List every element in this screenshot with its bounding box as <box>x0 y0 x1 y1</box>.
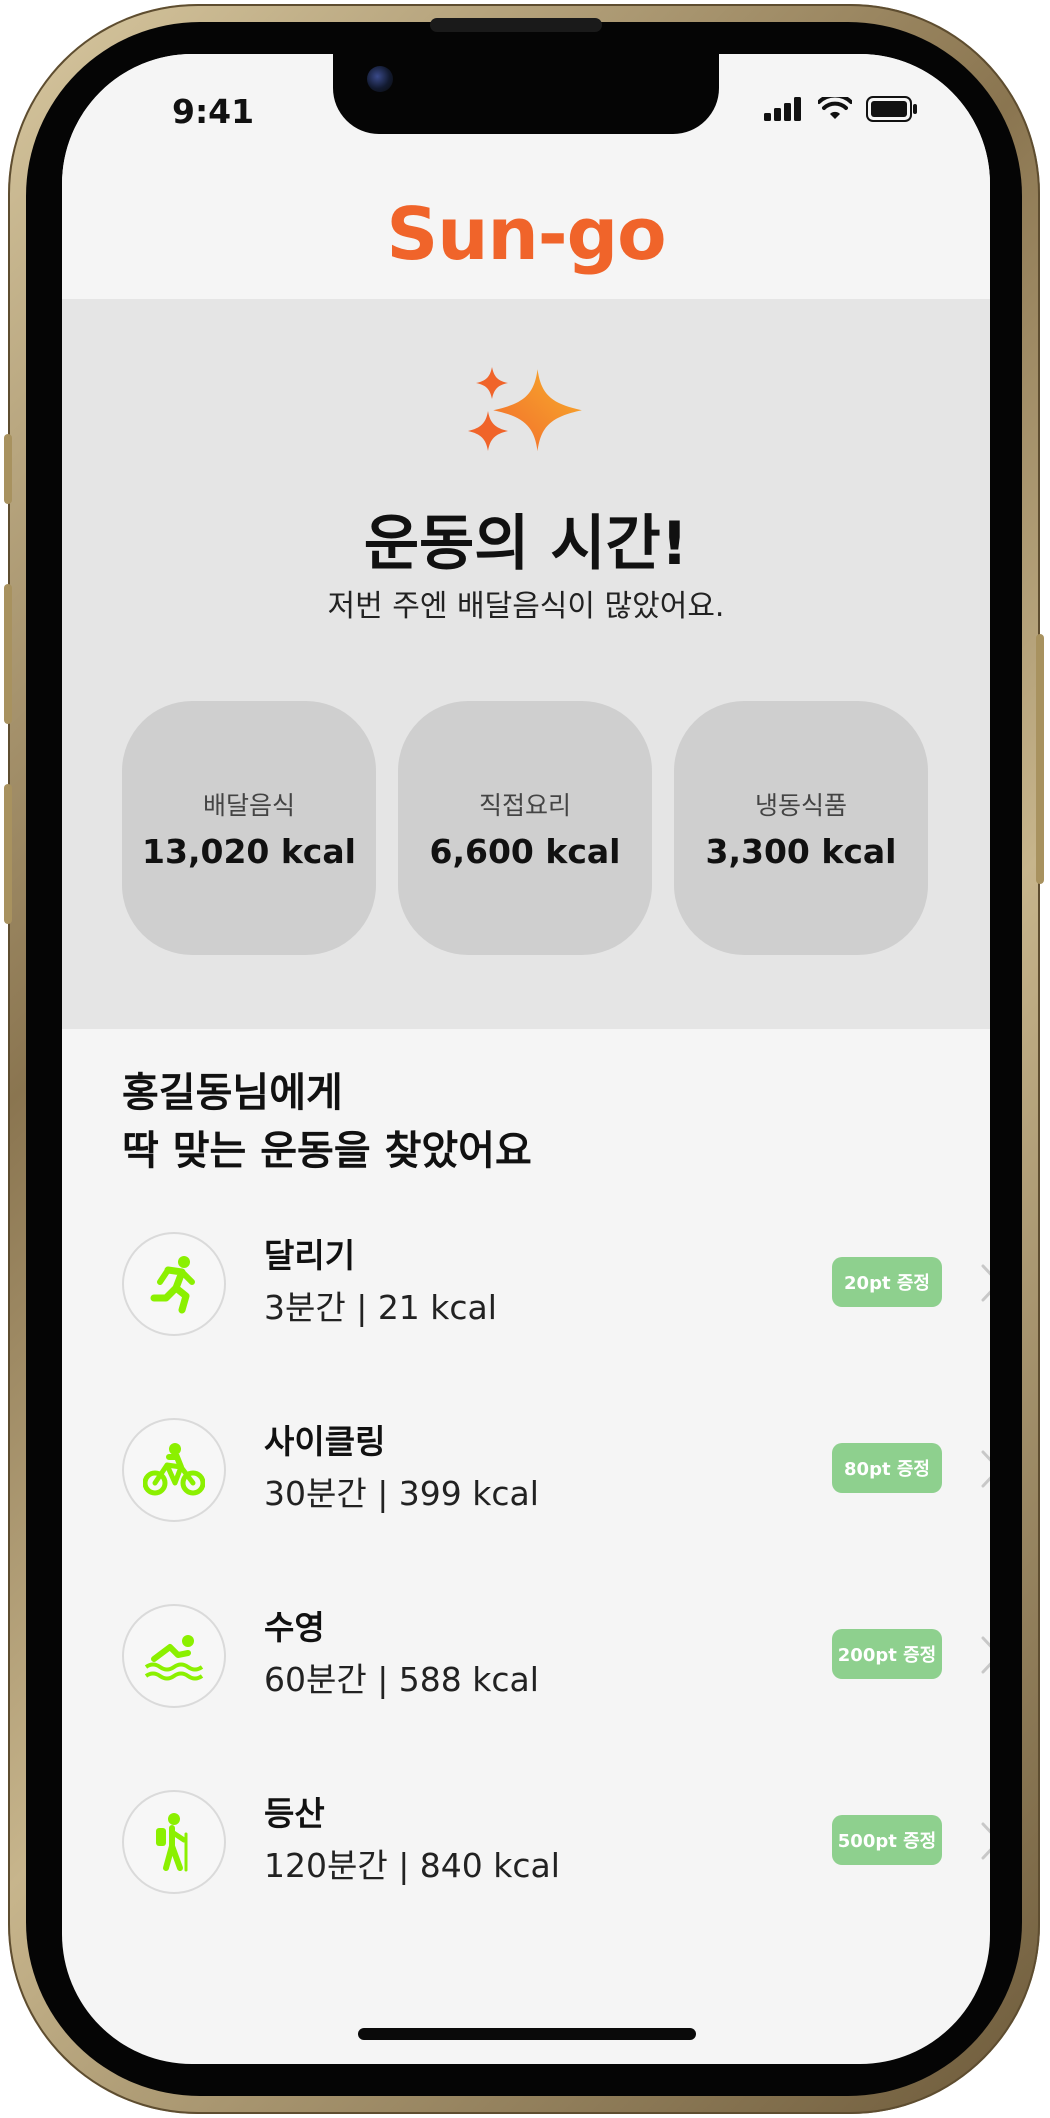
exercise-info: 60분간 | 588 kcal <box>264 1660 539 1699</box>
stat-value: 6,600 kcal <box>429 831 621 871</box>
exercise-name: 달리기 <box>264 1236 356 1275</box>
status-icons <box>764 96 918 122</box>
app-logo: Sun-go <box>386 192 666 276</box>
stat-value: 13,020 kcal <box>142 831 356 871</box>
stat-label: 냉동식품 <box>754 790 847 820</box>
point-badge: 500pt 증정 <box>832 1815 942 1865</box>
battery-icon <box>866 96 917 122</box>
running-icon <box>150 1256 195 1314</box>
speaker-grille <box>430 18 602 32</box>
exercise-info: 30분간 | 399 kcal <box>264 1474 539 1513</box>
point-badge: 200pt 증정 <box>832 1629 942 1679</box>
exercise-icon-circle <box>122 1418 226 1522</box>
chevron-right-icon[interactable] <box>980 1449 990 1489</box>
hero-subtitle: 저번 주엔 배달음식이 많았어요. <box>327 589 725 624</box>
exercise-info: 3분간 | 21 kcal <box>264 1288 497 1327</box>
phone-screen: 9:41 Sun-go 운동의 시간! 저번 주엔 배달음식이 많았어요. 배달… <box>62 54 990 2064</box>
status-time: 9:41 <box>172 92 255 131</box>
exercise-name: 수영 <box>264 1608 325 1647</box>
wifi-icon <box>818 97 852 119</box>
camera-icon <box>367 66 393 92</box>
swimming-icon <box>144 1635 204 1681</box>
recommendation-title-line2: 딱 맞는 운동을 찾았어요 <box>122 1128 532 1174</box>
calorie-cards: 배달음식 13,020 kcal 직접요리 6,600 kcal 냉동식품 3,… <box>122 701 928 955</box>
stat-card-frozen-food[interactable]: 냉동식품 3,300 kcal <box>674 701 928 955</box>
recommendation-title: 홍길동님에게 딱 맞는 운동을 찾았어요 <box>122 1064 532 1180</box>
cycling-icon <box>143 1443 205 1496</box>
hero-title: 운동의 시간! <box>363 509 689 579</box>
point-badge: 20pt 증정 <box>832 1257 942 1307</box>
chevron-right-icon[interactable] <box>980 1263 990 1303</box>
chevron-right-icon[interactable] <box>980 1635 990 1675</box>
side-button <box>4 434 12 504</box>
side-button <box>4 784 12 924</box>
stat-value: 3,300 kcal <box>705 831 897 871</box>
exercise-item-running[interactable]: 달리기 3분간 | 21 kcal 20pt 증정 <box>122 1229 990 1339</box>
stat-card-delivery[interactable]: 배달음식 13,020 kcal <box>122 701 376 955</box>
signal-icon <box>764 97 801 121</box>
hiking-icon <box>156 1813 188 1872</box>
exercise-icon-circle <box>122 1790 226 1894</box>
exercise-item-swimming[interactable]: 수영 60분간 | 588 kcal 200pt 증정 <box>122 1601 990 1711</box>
stat-label: 직접요리 <box>478 790 571 820</box>
exercise-name: 사이클링 <box>264 1422 386 1461</box>
exercise-info: 120분간 | 840 kcal <box>264 1846 560 1885</box>
sparkle-icon <box>468 367 582 452</box>
exercise-name: 등산 <box>264 1794 325 1833</box>
exercise-item-cycling[interactable]: 사이클링 30분간 | 399 kcal 80pt 증정 <box>122 1415 990 1525</box>
notch <box>333 54 719 134</box>
hero-section: 운동의 시간! 저번 주엔 배달음식이 많았어요. 배달음식 13,020 kc… <box>62 299 990 1029</box>
side-button <box>1036 634 1044 884</box>
exercise-item-hiking[interactable]: 등산 120분간 | 840 kcal 500pt 증정 <box>122 1787 990 1897</box>
recommendation-title-line1: 홍길동님에게 <box>122 1070 343 1116</box>
stat-card-home-cooking[interactable]: 직접요리 6,600 kcal <box>398 701 652 955</box>
exercise-icon-circle <box>122 1232 226 1336</box>
exercise-icon-circle <box>122 1604 226 1708</box>
point-badge: 80pt 증정 <box>832 1443 942 1493</box>
home-indicator[interactable] <box>358 2028 696 2040</box>
side-button <box>4 584 12 724</box>
chevron-right-icon[interactable] <box>980 1821 990 1861</box>
stat-label: 배달음식 <box>202 790 295 820</box>
